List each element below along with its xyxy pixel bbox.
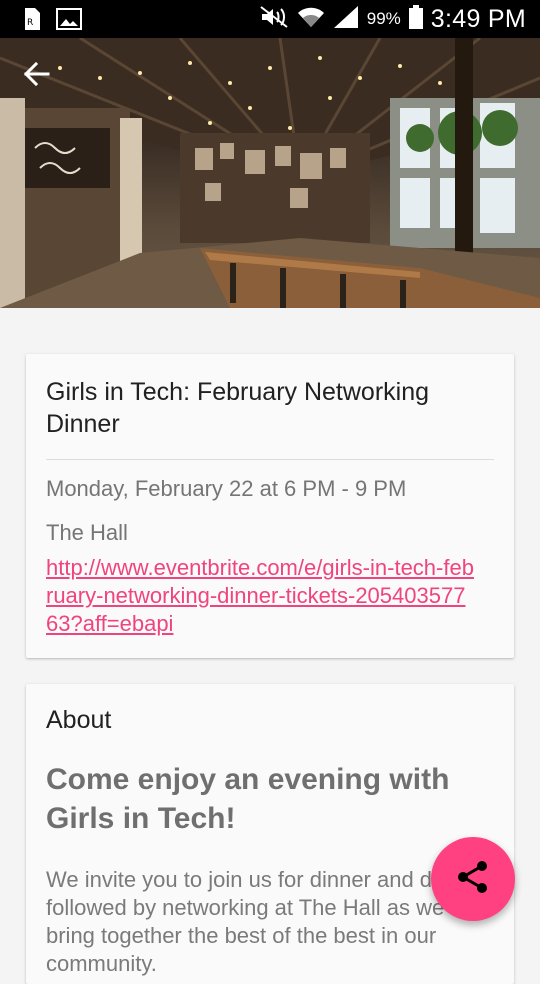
share-icon — [453, 857, 493, 902]
event-link[interactable]: http://www.eventbrite.com/e/girls-in-tec… — [46, 554, 476, 638]
clock: 3:49 PM — [430, 4, 526, 33]
restaurant-interior-illustration — [0, 38, 540, 308]
wifi-icon — [297, 5, 325, 34]
battery-icon — [408, 4, 423, 34]
event-details-card: Girls in Tech: February Networking Dinne… — [26, 354, 514, 658]
hero-image — [0, 38, 540, 308]
event-venue: The Hall — [46, 520, 128, 545]
share-button[interactable] — [431, 837, 515, 921]
about-label: About — [46, 706, 112, 734]
event-title: Girls in Tech: February Networking Dinne… — [46, 378, 430, 438]
sim-card-icon: R — [22, 7, 42, 36]
event-datetime: Monday, February 22 at 6 PM - 9 PM — [46, 476, 407, 501]
divider — [46, 459, 494, 460]
about-card: About Come enjoy an evening with Girls i… — [26, 684, 514, 984]
battery-percent: 99% — [366, 9, 401, 28]
image-icon — [56, 8, 82, 35]
about-heading: Come enjoy an evening with Girls in Tech… — [46, 763, 450, 835]
svg-text:R: R — [27, 18, 33, 28]
back-button[interactable] — [22, 60, 62, 100]
signal-icon — [333, 5, 359, 34]
mute-icon — [259, 5, 289, 34]
status-bar: R 99% 3:49 PM — [0, 0, 540, 38]
about-body: We invite you to join us for dinner and … — [46, 867, 479, 976]
